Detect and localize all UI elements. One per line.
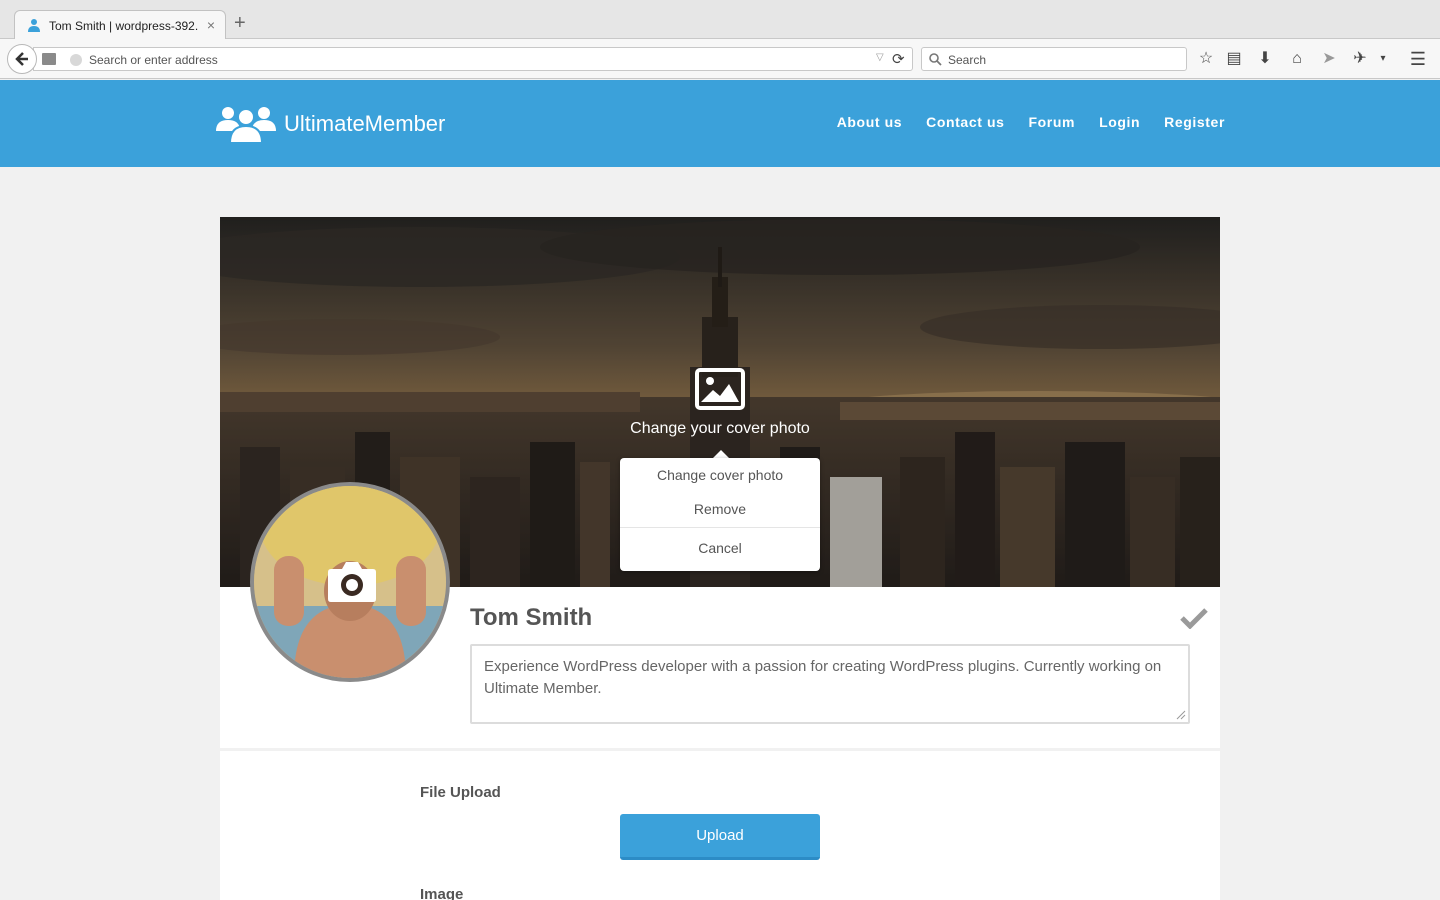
menu-icon[interactable]: ☰ [1408,49,1428,69]
user-icon [28,19,40,32]
image-label: Image [420,886,464,900]
pocket-icon[interactable]: ✈ [1350,49,1370,69]
bio-text: Experience WordPress developer with a pa… [484,658,1162,697]
search-box[interactable]: Search [921,47,1187,71]
change-cover-photo-item[interactable]: Change cover photo [620,467,820,483]
nav-login[interactable]: Login [1099,114,1140,130]
tab-close-button[interactable]: × [207,17,215,33]
new-tab-button[interactable]: + [234,13,246,33]
change-cover-prompt[interactable]: Change your cover photo [620,420,820,438]
download-icon[interactable]: ⬇ [1255,49,1275,69]
menu-divider [620,527,820,528]
camera-icon[interactable] [327,559,377,603]
nav-contact-us[interactable]: Contact us [926,114,1004,130]
file-upload-label: File Upload [420,784,501,801]
upload-button[interactable]: Upload [620,814,820,860]
search-input[interactable]: Search [948,53,986,67]
chevron-down-icon[interactable]: ▽ [876,52,884,63]
dropdown-arrow [713,450,729,458]
profile-card: Change your cover photo Change cover pho… [220,217,1220,900]
globe-icon [70,54,82,66]
star-icon[interactable]: ☆ [1196,49,1216,69]
back-arrow-icon [15,52,28,66]
main-nav: About us Contact us Forum Login Register [837,114,1225,130]
checkmark-icon[interactable] [1180,607,1208,629]
avatar[interactable] [250,482,450,682]
nav-forum[interactable]: Forum [1029,114,1076,130]
chevron-down-icon[interactable]: ▾ [1373,49,1393,69]
identity-icon[interactable] [42,53,56,65]
address-bar[interactable]: Search or enter address ▽ ⟳ [33,47,913,71]
browser-toolbar: Search or enter address ▽ ⟳ Search ☆ ▤ ⬇… [0,39,1440,79]
users-logo-icon [216,107,276,143]
address-input[interactable]: Search or enter address [89,53,218,67]
bio-textarea[interactable]: Experience WordPress developer with a pa… [470,644,1190,724]
home-icon[interactable]: ⌂ [1287,49,1307,69]
browser-tab-bar: Tom Smith | wordpress-392... × + [0,0,1440,40]
tab-title: Tom Smith | wordpress-392... [49,19,199,33]
site-logo[interactable]: UltimateMember [216,105,445,143]
nav-register[interactable]: Register [1164,114,1225,130]
search-icon [929,53,942,66]
back-button[interactable] [7,44,37,74]
image-icon [695,368,745,410]
reading-list-icon[interactable]: ▤ [1224,49,1244,69]
site-header: UltimateMember About us Contact us Forum… [0,80,1440,167]
nav-about-us[interactable]: About us [837,114,902,130]
cover-photo-menu: Change cover photo Remove Cancel [620,458,820,571]
remove-cover-item[interactable]: Remove [620,501,820,517]
logo-text: UltimateMember [284,111,446,136]
browser-tab[interactable]: Tom Smith | wordpress-392... × [14,10,226,40]
resize-handle-icon[interactable] [1176,710,1186,720]
send-icon[interactable]: ➤ [1319,49,1339,69]
section-divider [220,748,1220,751]
cancel-item[interactable]: Cancel [620,540,820,556]
reload-icon[interactable]: ⟳ [892,50,905,68]
profile-name: Tom Smith [470,604,593,631]
